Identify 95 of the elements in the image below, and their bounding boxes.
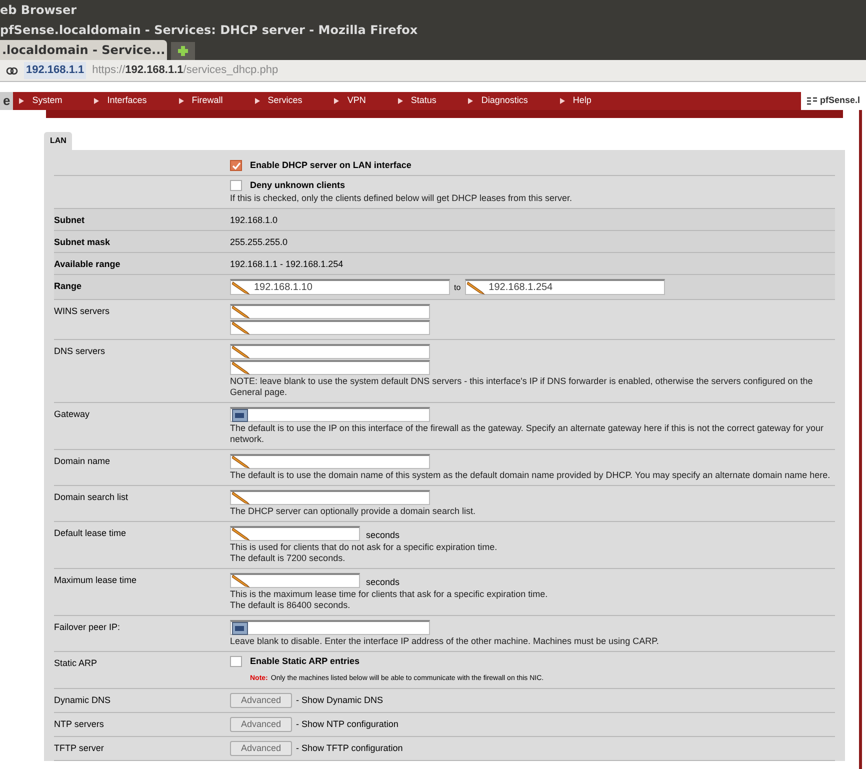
nav-menu-item[interactable]: Firewall [192, 94, 223, 108]
advanced-button[interactable]: Advanced [230, 717, 292, 732]
field-label: Gateway [54, 409, 90, 419]
field-label: Range [54, 281, 82, 291]
arrow-icon [254, 98, 260, 104]
url-field[interactable]: https://192.168.1.1/services_dhcp.php [92, 62, 278, 79]
input-field[interactable] [230, 320, 430, 335]
unit-label: seconds [366, 577, 400, 588]
nav-menu-item[interactable]: VPN [347, 94, 366, 108]
input-field[interactable] [230, 620, 430, 635]
nav-menu-item[interactable]: Status [410, 94, 436, 108]
nav-menu-item[interactable]: Diagnostics [481, 94, 528, 108]
pencil-icon [466, 280, 485, 294]
field-value: 192.168.1.0 [230, 215, 278, 225]
field-label: Subnet mask [54, 237, 110, 247]
field-text: 192.168.1.10 [254, 282, 312, 293]
input-field[interactable] [230, 490, 430, 505]
pencil-icon [232, 280, 250, 294]
pencil-icon [232, 321, 250, 335]
nav-menu-item[interactable]: Help [572, 94, 592, 108]
field-label: Available range [54, 259, 120, 269]
input-field[interactable] [230, 526, 360, 541]
checkbox[interactable] [230, 656, 242, 667]
nav-menu-item[interactable]: Services [268, 94, 302, 108]
pencil-icon [232, 527, 250, 541]
field-label: NTP servers [54, 719, 104, 729]
logo-fragment: e [0, 92, 14, 110]
arrow-icon [178, 98, 184, 104]
checkbox[interactable] [230, 180, 242, 191]
hostname-text: pfSense.l [820, 94, 860, 108]
help-text: NOTE: leave blank to use the system default DNS servers - this interface's IP if DNS forwarder is enabled, otherwise the servers configured on the General page. [230, 376, 814, 398]
network-icon [806, 97, 817, 105]
arrow-icon [560, 98, 565, 104]
pencil-icon [232, 455, 250, 469]
range-start-field[interactable]: 192.168.1.10 [230, 279, 450, 295]
field-label: WINS servers [54, 306, 110, 316]
help-text: The default is to use the domain name of this system as the default domain name provided by DHCP. You may specify an alternate domain name here. [230, 470, 832, 481]
field-label: Failover peer IP: [54, 622, 120, 632]
advanced-button[interactable]: Advanced [230, 693, 292, 708]
range-end-field[interactable]: 192.168.1.254 [464, 279, 665, 295]
advanced-button[interactable]: Advanced [230, 741, 292, 756]
help-text: Leave blank to disable. Enter the interface IP address of the other machine. Machines must be using CARP. [230, 636, 660, 647]
pencil-icon [232, 574, 250, 588]
window-title: pfSense.localdomain - Services: DHCP server - Mozilla Firefox [0, 22, 419, 39]
arrow-icon [94, 98, 100, 104]
range-joiner: to [454, 282, 461, 292]
pencil-icon [232, 361, 250, 375]
nav-menu-item[interactable]: System [32, 94, 62, 108]
arrow-icon [334, 98, 340, 104]
checkbox-label: Enable Static ARP entries [250, 656, 360, 667]
field-text: 192.168.1.254 [488, 282, 553, 293]
input-field[interactable] [230, 454, 430, 469]
field-label: Domain name [54, 456, 110, 466]
checkbox[interactable] [230, 160, 242, 171]
network-card-icon [232, 622, 248, 634]
advanced-description: - Show TFTP configuration [296, 743, 403, 754]
field-label: Dynamic DNS [54, 695, 111, 705]
field-value: 192.168.1.1 - 192.168.1.254 [230, 259, 344, 269]
nav-menu-item[interactable]: Interfaces [107, 94, 147, 108]
input-field[interactable] [230, 304, 430, 319]
field-label: Domain search list [54, 492, 128, 502]
site-host: 192.168.1.1 [24, 62, 86, 79]
field-label: Subnet [54, 215, 84, 225]
advanced-description: - Show NTP configuration [296, 719, 398, 730]
help-text: If this is checked, only the clients defined below will get DHCP leases from this server. [230, 193, 573, 204]
pencil-icon [232, 491, 250, 505]
new-tab-icon[interactable] [171, 42, 196, 60]
arrow-icon [398, 98, 403, 104]
input-field[interactable] [230, 344, 430, 359]
arrow-icon [468, 98, 474, 104]
help-text: The default is 7200 seconds. [230, 553, 346, 564]
field-label: Default lease time [54, 528, 126, 538]
help-text: The default is 86400 seconds. [230, 600, 352, 611]
input-field[interactable] [230, 360, 430, 375]
site-identity-icon[interactable] [6, 64, 18, 76]
input-field[interactable] [230, 573, 360, 588]
help-text: The default is to use the IP on this interface of the firewall as the gateway. Specify an alternate gateway here if this is not the correct gateway for your network. [230, 423, 824, 445]
field-label: DNS servers [54, 346, 106, 356]
network-card-icon [232, 408, 248, 422]
field-label: TFTP server [54, 743, 104, 753]
help-text: This is used for clients that do not ask for a specific expiration time. [230, 542, 498, 553]
advanced-description: - Show Dynamic DNS [296, 695, 384, 706]
interface-tab[interactable]: LAN [44, 132, 72, 150]
checkbox-label: Deny unknown clients [250, 180, 346, 191]
field-value: 255.255.255.0 [230, 237, 288, 247]
unit-label: seconds [366, 530, 400, 541]
checkbox-label: Enable DHCP server on LAN interface [250, 160, 412, 171]
field-label: Static ARP [54, 658, 98, 668]
app-title: eb Browser [0, 2, 78, 19]
field-label: Maximum lease time [54, 575, 137, 585]
help-text: The DHCP server can optionally provide a domain search list. [230, 506, 476, 517]
input-field[interactable] [230, 407, 430, 422]
arrow-icon [19, 98, 24, 104]
browser-tab[interactable]: .localdomain - Service... [0, 40, 168, 60]
help-text: This is the maximum lease time for clients that ask for a specific expiration time. [230, 589, 549, 600]
